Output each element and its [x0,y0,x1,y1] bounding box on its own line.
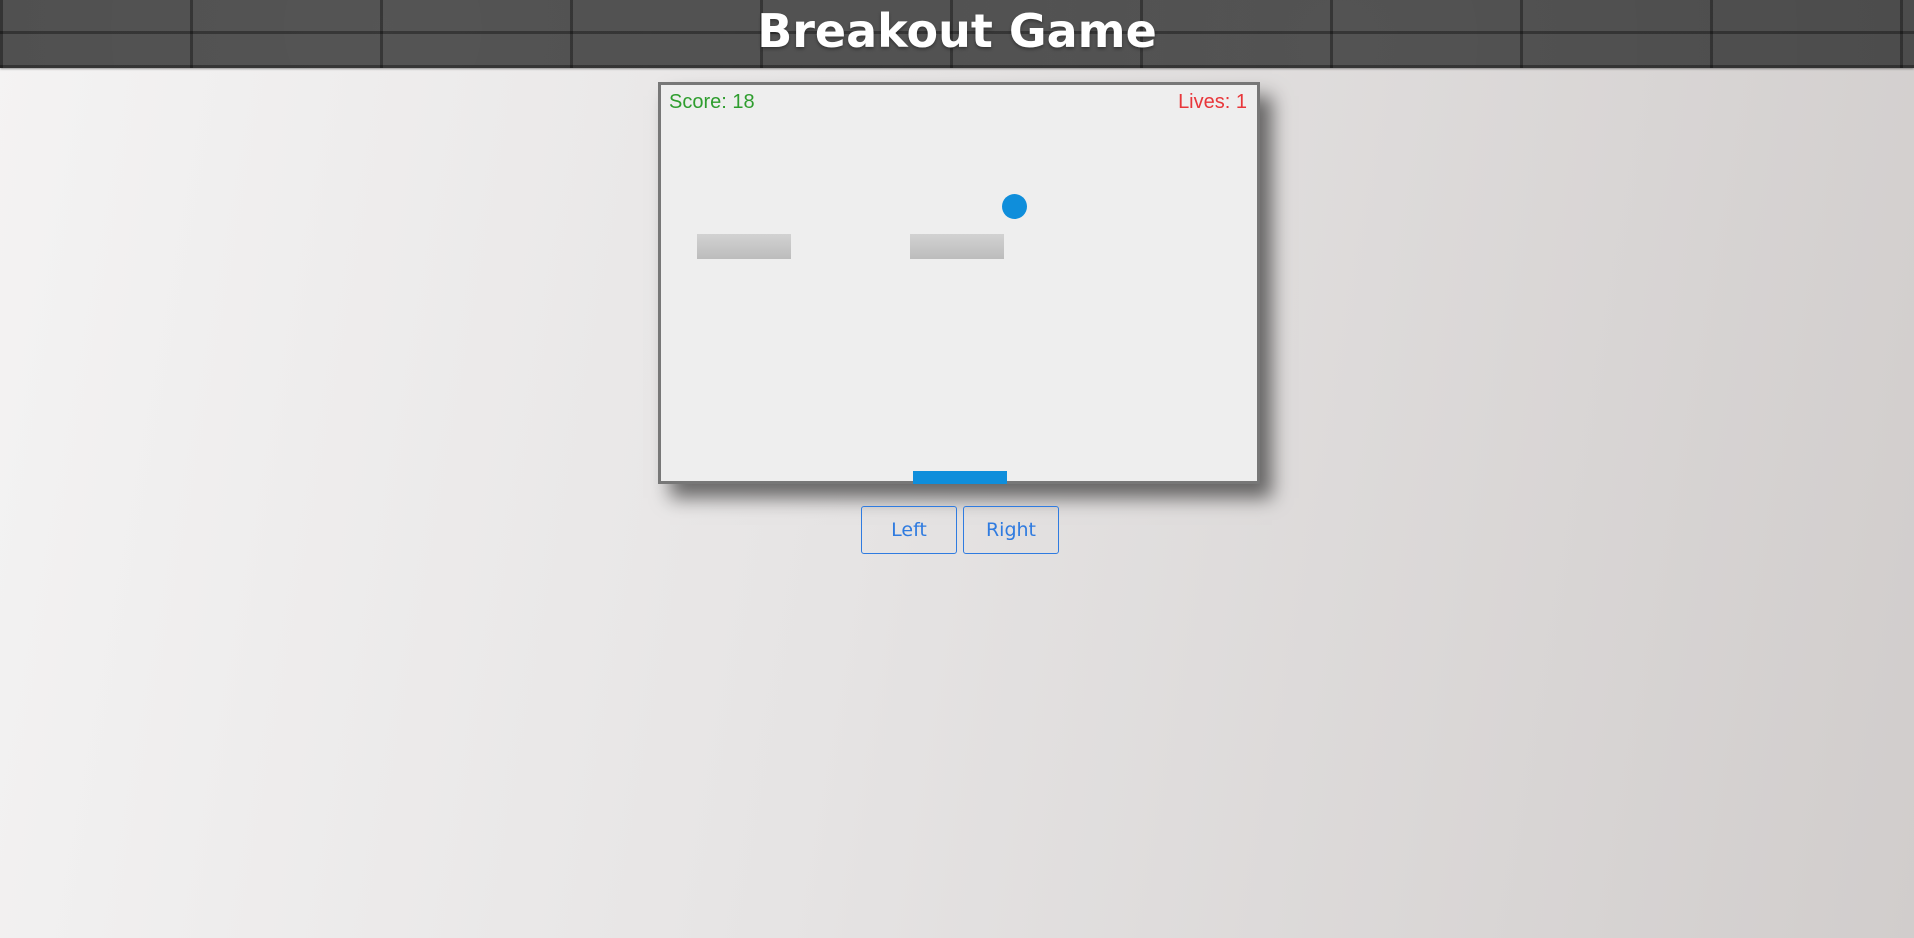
score-display: Score: 18 [669,91,755,113]
lives-display: Lives: 1 [1178,91,1247,113]
ball [1002,194,1027,219]
paddle [913,471,1007,484]
header-bar: Breakout Game [0,0,1914,68]
move-left-button[interactable]: Left [861,506,957,554]
brick [697,234,791,259]
game-canvas[interactable]: Score: 18 Lives: 1 [658,82,1260,484]
page-title: Breakout Game [757,4,1157,58]
brick [910,234,1004,259]
move-right-button[interactable]: Right [963,506,1059,554]
